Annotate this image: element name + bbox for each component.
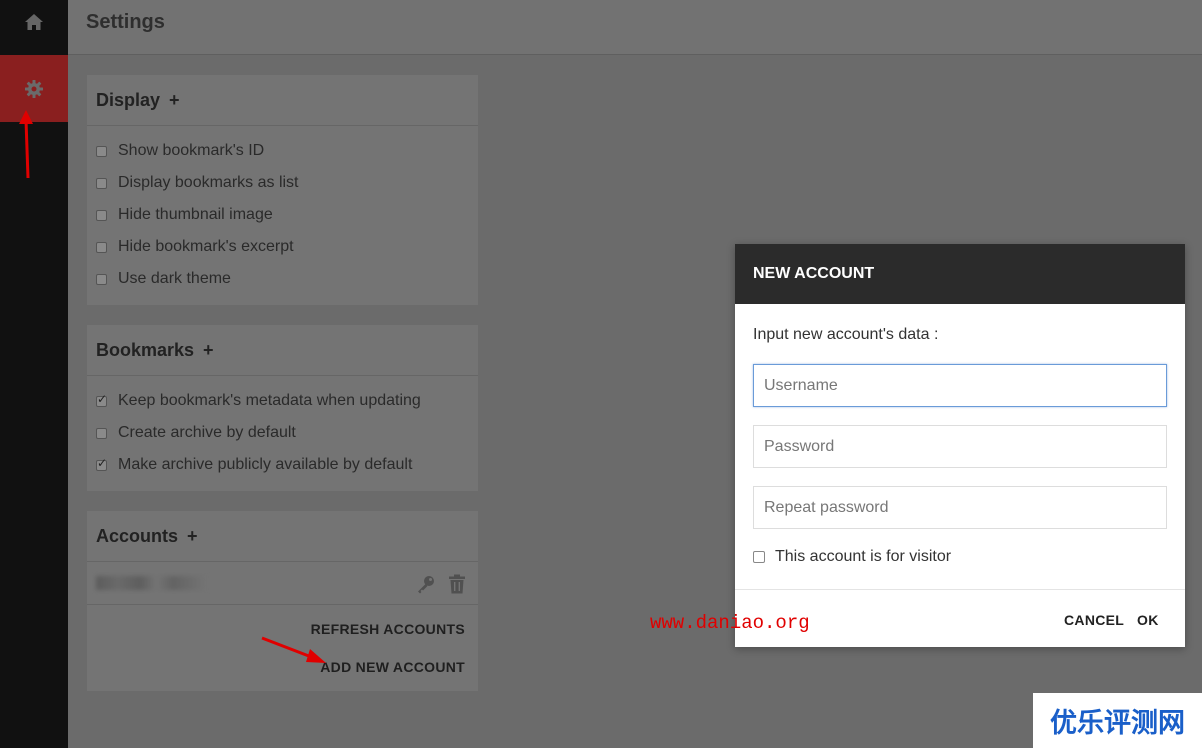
page-header: Settings (68, 0, 1202, 55)
sidebar (0, 0, 68, 748)
dialog-title: NEW ACCOUNT (735, 244, 1185, 304)
expand-icon[interactable]: + (169, 90, 180, 111)
nav-settings-button[interactable] (0, 55, 68, 122)
option-label: Show bookmark's ID (118, 142, 265, 159)
password-input[interactable] (753, 425, 1167, 468)
home-icon (25, 14, 43, 30)
bookmarks-panel: Bookmarks + Keep bookmark's metadata whe… (87, 325, 478, 491)
visitor-checkbox[interactable] (753, 551, 765, 563)
repeat-password-input[interactable] (753, 486, 1167, 529)
option-label: Display bookmarks as list (118, 174, 299, 191)
username-input[interactable] (753, 364, 1167, 407)
checkbox[interactable] (96, 273, 107, 285)
bookmarks-panel-title: Bookmarks (96, 339, 195, 360)
account-name-blurred (96, 576, 206, 590)
accounts-panel: Accounts + REFRESH ACCOUNTS ADD NEW ACCO… (87, 511, 478, 691)
option-label: Use dark theme (118, 270, 231, 287)
checkbox[interactable] (96, 145, 107, 157)
display-panel-header[interactable]: Display + (87, 75, 478, 126)
dialog-message: Input new account's data : (753, 326, 939, 343)
option-label: Hide thumbnail image (118, 206, 273, 223)
checkbox[interactable] (96, 392, 107, 407)
option-archive-public[interactable]: Make archive publicly available by defau… (87, 449, 478, 481)
option-hide-excerpt[interactable]: Hide bookmark's excerpt (87, 231, 478, 263)
new-account-dialog: NEW ACCOUNT Input new account's data : T… (735, 244, 1185, 647)
checkbox[interactable] (96, 427, 107, 439)
accounts-panel-header[interactable]: Accounts + (87, 511, 478, 562)
visitor-checkbox-row[interactable]: This account is for visitor (753, 548, 951, 566)
option-display-as-list[interactable]: Display bookmarks as list (87, 167, 478, 199)
key-icon[interactable] (416, 574, 436, 594)
option-show-bookmark-id[interactable]: Show bookmark's ID (87, 135, 478, 167)
accounts-panel-title: Accounts (96, 525, 179, 546)
checkbox[interactable] (96, 177, 107, 189)
expand-icon[interactable]: + (203, 340, 214, 361)
nav-home-button[interactable] (0, 0, 68, 44)
option-create-archive[interactable]: Create archive by default (87, 417, 478, 449)
option-hide-thumbnail[interactable]: Hide thumbnail image (87, 199, 478, 231)
checkbox[interactable] (96, 456, 107, 471)
watermark-text: www.daniao.org (650, 612, 810, 634)
account-row (87, 562, 478, 605)
visitor-label: This account is for visitor (775, 548, 952, 565)
add-new-account-button[interactable]: ADD NEW ACCOUNT (320, 659, 465, 675)
checkbox[interactable] (96, 241, 107, 253)
expand-icon[interactable]: + (187, 526, 198, 547)
refresh-accounts-button[interactable]: REFRESH ACCOUNTS (311, 621, 465, 637)
option-label: Keep bookmark's metadata when updating (118, 392, 421, 409)
gear-icon (25, 79, 43, 98)
corner-logo: 优乐评测网 (1033, 693, 1202, 748)
cancel-button[interactable]: CANCEL (1064, 612, 1124, 628)
page-title: Settings (86, 11, 165, 33)
option-label: Hide bookmark's excerpt (118, 238, 294, 255)
option-dark-theme[interactable]: Use dark theme (87, 263, 478, 295)
option-keep-metadata[interactable]: Keep bookmark's metadata when updating (87, 385, 478, 417)
option-label: Make archive publicly available by defau… (118, 456, 413, 473)
display-panel: Display + Show bookmark's ID Display boo… (87, 75, 478, 305)
display-panel-title: Display (96, 89, 161, 110)
option-label: Create archive by default (118, 424, 296, 441)
bookmarks-panel-header[interactable]: Bookmarks + (87, 325, 478, 376)
trash-icon[interactable] (448, 574, 466, 594)
ok-button[interactable]: OK (1137, 612, 1159, 628)
checkbox[interactable] (96, 209, 107, 221)
